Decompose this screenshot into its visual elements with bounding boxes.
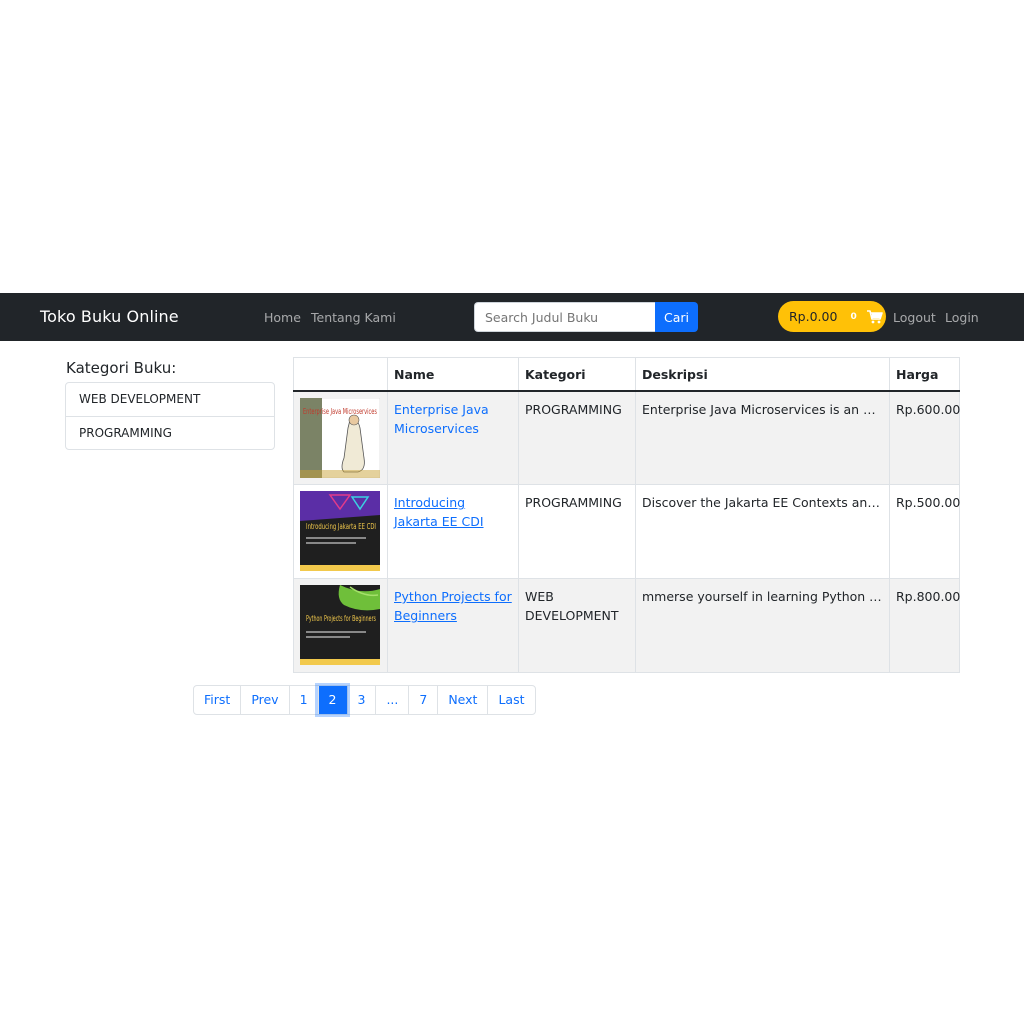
book-table: Name Kategori Deskripsi Harga Enterprise… — [293, 357, 960, 673]
nav-home-link[interactable]: Home — [264, 310, 301, 325]
book-name-cell: Python Projects for Beginners — [387, 578, 519, 673]
pagination: First Prev 1 2 3 ... 7 Next Last — [193, 685, 536, 715]
page-next[interactable]: Next — [437, 686, 487, 714]
book-cover-title: Introducing Jakarta EE CDI — [306, 522, 376, 531]
table-row: Enterprise Java Microservices Enterprise… — [293, 390, 960, 485]
table-row: Python Projects for Beginners Python Pro… — [293, 578, 960, 673]
book-cover-title: Python Projects for Beginners — [306, 614, 376, 623]
page-7[interactable]: 7 — [408, 686, 437, 714]
book-category: PROGRAMMING — [518, 484, 636, 579]
page-2-active[interactable]: 2 — [317, 686, 347, 714]
book-cover-image[interactable]: Introducing Jakarta EE CDI — [300, 491, 380, 571]
book-description-cell: Discover the Jakarta EE Contexts and Dep… — [635, 484, 890, 579]
book-name-cell: Enterprise Java Microservices — [387, 390, 519, 485]
book-name-link[interactable]: Enterprise Java Microservices — [394, 402, 489, 436]
book-price: Rp.500.00 — [889, 484, 960, 579]
book-description: Discover the Jakarta EE Contexts and Dep… — [642, 495, 883, 510]
page-ellipsis: ... — [375, 686, 408, 714]
category-list: WEB DEVELOPMENT PROGRAMMING — [65, 382, 275, 450]
header-category: Kategori — [518, 357, 636, 392]
page-3[interactable]: 3 — [346, 686, 376, 714]
nav-about-link[interactable]: Tentang Kami — [311, 310, 396, 325]
category-item-programming[interactable]: PROGRAMMING — [66, 416, 274, 449]
cart-count-badge: 0 — [850, 311, 857, 322]
header-cover — [293, 357, 388, 392]
brand-link[interactable]: Toko Buku Online — [40, 307, 179, 326]
cover-cell: Python Projects for Beginners — [293, 578, 388, 673]
page-1[interactable]: 1 — [288, 686, 318, 714]
page-first[interactable]: First — [194, 686, 240, 714]
book-name-cell: Introducing Jakarta EE CDI — [387, 484, 519, 579]
book-cover-image[interactable]: Enterprise Java Microservices — [300, 397, 380, 478]
cover-cell: Introducing Jakarta EE CDI — [293, 484, 388, 579]
book-description-cell: mmerse yourself in learning Python and d… — [635, 578, 890, 673]
header-name: Name — [387, 357, 519, 392]
category-title: Kategori Buku: — [66, 359, 177, 377]
search-button[interactable]: Cari — [655, 302, 698, 332]
page-last[interactable]: Last — [487, 686, 534, 714]
book-name-link[interactable]: Python Projects for Beginners — [394, 589, 512, 623]
header-price: Harga — [889, 357, 960, 392]
logout-link[interactable]: Logout — [893, 310, 936, 325]
book-category: WEB DEVELOPMENT — [518, 578, 636, 673]
book-name-link[interactable]: Introducing Jakarta EE CDI — [394, 495, 484, 529]
search-input[interactable] — [474, 302, 656, 332]
book-description: mmerse yourself in learning Python and d… — [642, 589, 883, 604]
cart-button[interactable]: Rp.0.00 0 — [778, 301, 886, 332]
book-description-cell: Enterprise Java Microservices is an exam… — [635, 390, 890, 485]
cart-icon — [866, 309, 883, 323]
book-price: Rp.800.00 — [889, 578, 960, 673]
cover-cell: Enterprise Java Microservices — [293, 390, 388, 485]
table-row: Introducing Jakarta EE CDI Introducing J… — [293, 484, 960, 579]
book-price: Rp.600.00 — [889, 390, 960, 485]
page-prev[interactable]: Prev — [240, 686, 288, 714]
book-cover-image[interactable]: Python Projects for Beginners — [300, 585, 380, 665]
login-link[interactable]: Login — [945, 310, 979, 325]
cart-total: Rp.0.00 — [789, 309, 838, 324]
category-item-web-development[interactable]: WEB DEVELOPMENT — [66, 383, 274, 416]
book-category: PROGRAMMING — [518, 390, 636, 485]
header-description: Deskripsi — [635, 357, 890, 392]
book-cover-title: Enterprise Java Microservices — [303, 407, 377, 416]
book-description: Enterprise Java Microservices is an exam… — [642, 401, 883, 417]
